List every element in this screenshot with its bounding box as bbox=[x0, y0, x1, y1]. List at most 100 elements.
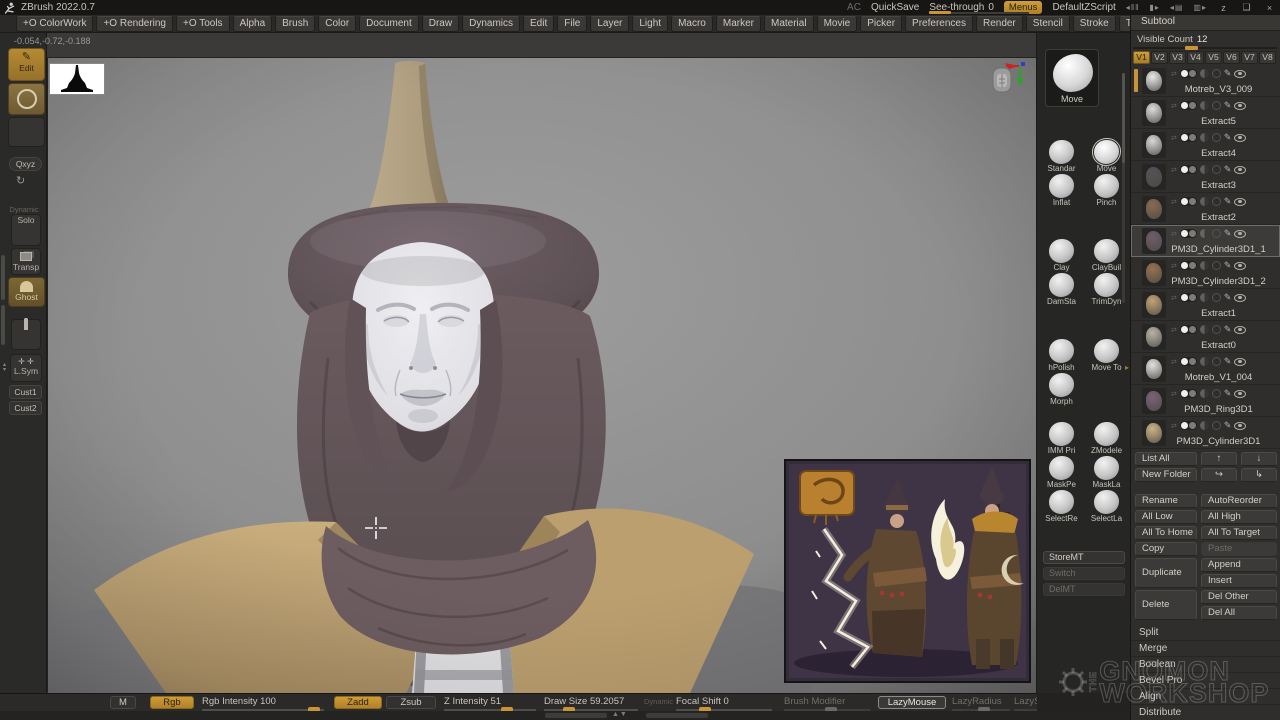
section-header[interactable]: Boolean bbox=[1131, 657, 1280, 673]
subtool-row[interactable]: ⇄ ✎ Extract0 bbox=[1131, 321, 1280, 353]
see-through-thumb[interactable] bbox=[929, 11, 951, 14]
restore-icon[interactable]: ❑ bbox=[1240, 2, 1253, 13]
lazymouse-button[interactable]: LazyMouse bbox=[878, 696, 946, 709]
uv-toggle-icon[interactable] bbox=[1200, 325, 1209, 334]
flip-icon[interactable]: ⇄ bbox=[1171, 326, 1177, 334]
paint-brush-icon[interactable]: ✎ bbox=[1224, 389, 1232, 398]
delete-button[interactable]: Delete bbox=[1135, 590, 1197, 620]
display-toggle-icon[interactable] bbox=[1212, 261, 1221, 270]
polypaint-toggle-icon[interactable] bbox=[1180, 293, 1197, 302]
qxyz-button[interactable]: Qxyz bbox=[9, 157, 42, 171]
menu-item[interactable]: Render bbox=[976, 16, 1023, 32]
flip-icon[interactable]: ⇄ bbox=[1171, 262, 1177, 270]
uv-toggle-icon[interactable] bbox=[1200, 165, 1209, 174]
visibility-tab[interactable]: V7 bbox=[1241, 51, 1258, 64]
display-toggle-icon[interactable] bbox=[1212, 389, 1221, 398]
brush-modifier-slider[interactable]: Brush Modifier bbox=[784, 696, 870, 709]
menu-item[interactable]: Document bbox=[359, 16, 419, 32]
polypaint-toggle-icon[interactable] bbox=[1180, 101, 1197, 110]
scroll-arrows[interactable]: ▲▼ bbox=[612, 711, 628, 718]
left-tray-scrollbar[interactable] bbox=[1, 305, 5, 345]
flip-icon[interactable]: ⇄ bbox=[1171, 134, 1177, 142]
lock-camera-button[interactable] bbox=[11, 319, 41, 350]
minimize-icon[interactable]: z bbox=[1217, 3, 1230, 13]
polypaint-toggle-icon[interactable] bbox=[1180, 357, 1197, 366]
uv-toggle-icon[interactable] bbox=[1200, 261, 1209, 270]
paint-brush-icon[interactable]: ✎ bbox=[1224, 197, 1232, 206]
divider-left-icon[interactable]: ◂▤ bbox=[1170, 3, 1184, 12]
menu-item[interactable]: Alpha bbox=[233, 16, 273, 32]
menu-item[interactable]: Edit bbox=[523, 16, 554, 32]
section-header[interactable]: Merge bbox=[1131, 641, 1280, 657]
subtool-row[interactable]: ⇄ ✎ Motreb_V1_004 bbox=[1131, 353, 1280, 385]
focal-shift-slider[interactable]: Focal Shift 0 bbox=[676, 696, 772, 709]
display-toggle-icon[interactable] bbox=[1212, 293, 1221, 302]
rename-button[interactable]: Rename bbox=[1135, 494, 1197, 508]
flip-icon[interactable]: ⇄ bbox=[1171, 166, 1177, 174]
display-toggle-icon[interactable] bbox=[1212, 421, 1221, 430]
cust1-button[interactable]: Cust1 bbox=[9, 385, 42, 399]
visibility-tab[interactable]: V4 bbox=[1187, 51, 1204, 64]
paint-brush-icon[interactable]: ✎ bbox=[1224, 261, 1232, 270]
subtool-row[interactable]: ⇄ ✎ PM3D_Cylinder3D1_1 bbox=[1131, 225, 1280, 257]
brush-item[interactable]: SelectLa bbox=[1084, 489, 1129, 523]
z-intensity-slider[interactable]: Z Intensity 51 bbox=[444, 696, 536, 709]
menu-item[interactable]: Marker bbox=[716, 16, 761, 32]
all-low-button[interactable]: All Low bbox=[1135, 510, 1197, 524]
uv-toggle-icon[interactable] bbox=[1200, 197, 1209, 206]
subtool-row[interactable]: ⇄ ✎ Extract5 bbox=[1131, 97, 1280, 129]
flip-icon[interactable]: ⇄ bbox=[1171, 358, 1177, 366]
section-header[interactable]: Bevel Pro bbox=[1131, 673, 1280, 689]
insert-arrow-button[interactable]: ↳ bbox=[1241, 468, 1277, 482]
lazystep-slider[interactable]: LazyStep bbox=[1014, 696, 1037, 709]
reference-image[interactable] bbox=[784, 459, 1031, 683]
scrollbar-segment[interactable] bbox=[646, 713, 708, 718]
cust2-button[interactable]: Cust2 bbox=[9, 401, 42, 415]
rgb-intensity-slider[interactable]: Rgb Intensity 100 bbox=[202, 696, 324, 709]
scrollbar-segment[interactable] bbox=[545, 713, 607, 718]
menu-item[interactable]: Draw bbox=[422, 16, 459, 32]
autoreorder-button[interactable]: AutoReorder bbox=[1201, 494, 1277, 508]
flip-icon[interactable]: ⇄ bbox=[1171, 230, 1177, 238]
store-mt-button[interactable]: StoreMT bbox=[1043, 551, 1125, 564]
switch-button[interactable]: Switch bbox=[1043, 567, 1125, 580]
menu-item[interactable]: Layer bbox=[590, 16, 629, 32]
rgb-button[interactable]: Rgb bbox=[150, 696, 194, 709]
polypaint-toggle-icon[interactable] bbox=[1180, 133, 1197, 142]
menu-item[interactable]: Brush bbox=[275, 16, 315, 32]
copy-button[interactable]: Copy bbox=[1135, 542, 1197, 556]
visibility-eye-icon[interactable] bbox=[1234, 198, 1246, 206]
menu-item[interactable]: Stencil bbox=[1026, 16, 1070, 32]
paint-brush-icon[interactable]: ✎ bbox=[1224, 101, 1232, 110]
visibility-tab[interactable]: V8 bbox=[1259, 51, 1276, 64]
menu-item[interactable]: +O Rendering bbox=[96, 16, 173, 32]
local-symmetry-button[interactable]: ✛ ✛ L.Sym bbox=[10, 354, 42, 382]
brush-item[interactable]: hPolish bbox=[1039, 338, 1084, 372]
tray-divider-arrow[interactable]: ▸ bbox=[1125, 363, 1129, 372]
visibility-eye-icon[interactable] bbox=[1234, 102, 1246, 110]
m-button[interactable]: M bbox=[110, 696, 136, 709]
visibility-eye-icon[interactable] bbox=[1234, 134, 1246, 142]
visibility-tab[interactable]: V1 bbox=[1133, 51, 1150, 64]
menu-item[interactable]: File bbox=[557, 16, 587, 32]
see-through-slider[interactable]: See-through 0 bbox=[929, 2, 994, 13]
new-folder-button[interactable]: New Folder bbox=[1135, 468, 1197, 482]
uv-toggle-icon[interactable] bbox=[1200, 389, 1209, 398]
menu-item[interactable]: Material bbox=[764, 16, 814, 32]
draw-size-slider[interactable]: Draw Size 59.2057 bbox=[544, 696, 638, 709]
sculpt-canvas[interactable] bbox=[47, 57, 1036, 692]
display-toggle-icon[interactable] bbox=[1212, 133, 1221, 142]
paste-button[interactable]: Paste bbox=[1201, 542, 1277, 556]
visibility-tab[interactable]: V6 bbox=[1223, 51, 1240, 64]
flip-icon[interactable]: ⇄ bbox=[1171, 102, 1177, 110]
visibility-tab[interactable]: V2 bbox=[1151, 51, 1168, 64]
display-toggle-icon[interactable] bbox=[1212, 197, 1221, 206]
visible-count-slider[interactable]: Visible Count12 bbox=[1131, 31, 1280, 49]
visibility-tab[interactable]: V3 bbox=[1169, 51, 1186, 64]
all-to-target-button[interactable]: All To Target bbox=[1201, 526, 1277, 540]
visibility-eye-icon[interactable] bbox=[1234, 70, 1246, 78]
brush-item[interactable]: Inflat bbox=[1039, 173, 1084, 207]
dynamic-label[interactable]: Dynamic bbox=[644, 697, 670, 710]
polypaint-toggle-icon[interactable] bbox=[1180, 389, 1197, 398]
move-down-button[interactable]: ↓ bbox=[1241, 452, 1277, 466]
